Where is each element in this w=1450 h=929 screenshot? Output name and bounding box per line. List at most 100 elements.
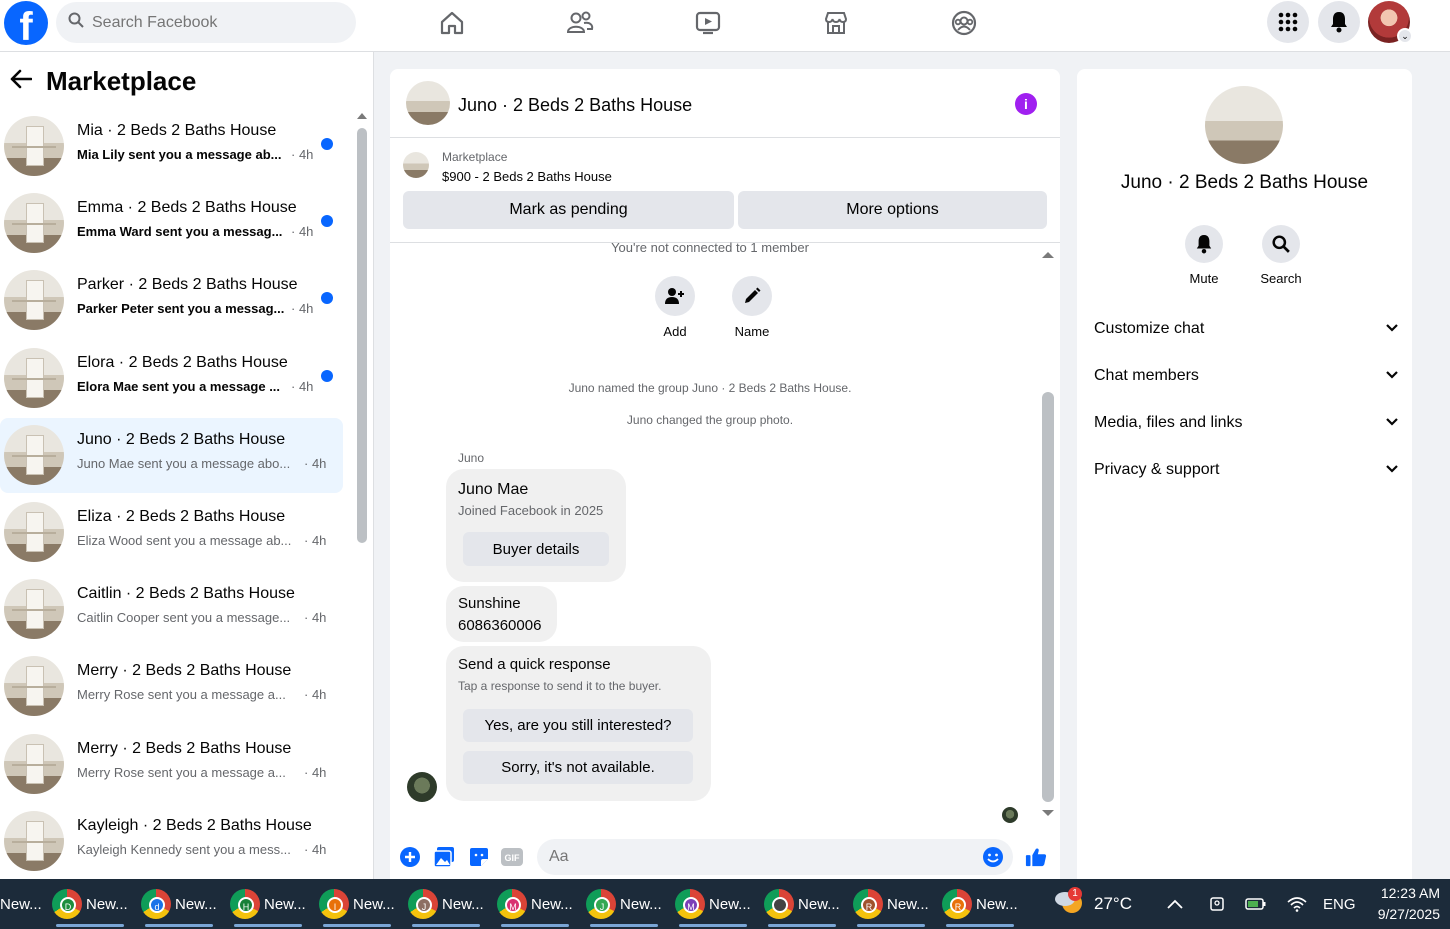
scroll-up-icon[interactable] (356, 112, 368, 120)
taskbar-chrome-window[interactable]: M New... (497, 879, 573, 929)
quick-reply-unavailable-button[interactable]: Sorry, it's not available. (463, 751, 693, 784)
language-indicator[interactable]: ENG (1323, 879, 1356, 929)
account-chevron-icon[interactable]: ⌄ (1397, 28, 1413, 44)
battery-icon[interactable] (1245, 879, 1267, 929)
taskbar-chrome-window[interactable]: H New... (230, 879, 306, 929)
conversation-thumbnail (4, 733, 64, 794)
clock[interactable]: 12:23 AM 9/27/2025 (1366, 879, 1440, 929)
taskbar-window[interactable]: New... (0, 879, 42, 929)
details-section-row[interactable]: Privacy & support (1094, 455, 1399, 485)
details-section-row[interactable]: Media, files and links (1094, 408, 1399, 438)
wifi-icon[interactable] (1287, 879, 1307, 929)
taskbar-chrome-window[interactable]: J New... (586, 879, 662, 929)
friends-icon[interactable] (563, 6, 597, 40)
conversation-time: · 4h (304, 841, 327, 857)
emoji-icon[interactable] (982, 846, 1004, 868)
pencil-icon[interactable] (732, 276, 772, 316)
conversation-item[interactable]: Mia · 2 Beds 2 Baths House Mia Lily sent … (0, 109, 343, 184)
quick-reply-interested-button[interactable]: Yes, are you still interested? (463, 709, 693, 742)
running-indicator (234, 924, 302, 927)
conversation-item[interactable]: Parker · 2 Beds 2 Baths House Parker Pete… (0, 263, 343, 338)
add-person-icon[interactable] (655, 276, 695, 316)
scroll-up-icon[interactable] (1041, 251, 1055, 259)
sender-avatar[interactable] (407, 772, 437, 802)
conversation-item[interactable]: Merry · 2 Beds 2 Baths House Merry Rose s… (0, 649, 343, 724)
chevron-up-icon[interactable] (1166, 879, 1184, 929)
buyer-details-button[interactable]: Buyer details (463, 532, 609, 566)
taskbar-chrome-window[interactable]: I New... (319, 879, 395, 929)
conversation-title: Mia · 2 Beds 2 Baths House (77, 122, 277, 139)
name-label: Name (734, 324, 770, 339)
video-icon[interactable] (691, 6, 725, 40)
conversation-item[interactable]: Juno · 2 Beds 2 Baths House Juno Mae sent… (0, 417, 343, 493)
meet-now-icon[interactable] (1208, 879, 1226, 929)
mark-pending-button[interactable]: Mark as pending (403, 191, 734, 229)
facebook-logo[interactable]: f (4, 1, 48, 45)
gif-icon[interactable]: GIF (501, 846, 523, 868)
search-box[interactable] (56, 2, 356, 43)
conversation-item[interactable]: Elora · 2 Beds 2 Baths House Elora Mae se… (0, 341, 343, 416)
bell-icon[interactable] (1185, 225, 1223, 263)
menu-grid-icon[interactable] (1267, 1, 1309, 43)
name-group-action[interactable]: Name (717, 276, 787, 339)
taskbar-chrome-window[interactable]: d New... (141, 879, 217, 929)
search-input[interactable] (92, 13, 322, 32)
conversation-title: Merry · 2 Beds 2 Baths House (77, 662, 292, 680)
taskbar-window-label: New... (531, 895, 573, 913)
thumbs-up-icon[interactable] (1025, 846, 1047, 868)
unread-dot (321, 292, 333, 305)
conversation-time: · 4h (304, 610, 327, 626)
listing-price[interactable]: $900 - 2 Beds 2 Baths House (442, 169, 612, 184)
details-title: Juno · 2 Beds 2 Baths House (1120, 172, 1369, 193)
back-arrow-icon[interactable] (10, 69, 33, 94)
taskbar-chrome-window[interactable]: R New... (853, 879, 929, 929)
group-photo[interactable] (1205, 86, 1283, 164)
groups-icon[interactable] (947, 6, 981, 40)
home-icon[interactable] (435, 6, 469, 40)
details-section-row[interactable]: Customize chat (1094, 314, 1399, 344)
add-member-action[interactable]: Add (640, 276, 710, 339)
search-icon[interactable] (1262, 225, 1300, 263)
chat-title[interactable]: Juno · 2 Beds 2 Baths House (458, 95, 692, 116)
listing-thumbnail[interactable] (403, 152, 429, 178)
taskbar-window-label: New... (798, 895, 840, 913)
windows-taskbar: New... D New... d New... H New... I New... J New.… (0, 879, 1450, 929)
notifications-bell-icon[interactable] (1318, 1, 1360, 43)
taskbar-chrome-window[interactable]: J New... (408, 879, 484, 929)
taskbar-chrome-window[interactable]: D New... (52, 879, 128, 929)
chat-scroll-thumb[interactable] (1042, 392, 1054, 802)
chat-scrollbar[interactable] (1040, 247, 1056, 817)
plus-circle-icon[interactable] (399, 846, 421, 868)
running-indicator (56, 924, 124, 927)
scroll-down-icon[interactable] (1041, 809, 1055, 817)
conversation-item[interactable]: Merry · 2 Beds 2 Baths House Merry Rose s… (0, 727, 343, 802)
conversation-time: · 4h (304, 455, 327, 471)
marketplace-icon[interactable] (819, 6, 853, 40)
sidebar-scrollbar[interactable] (356, 108, 368, 879)
profile-badge: R (861, 897, 877, 913)
search-in-chat-action[interactable]: Search (1246, 225, 1316, 286)
conversation-preview: Merry Rose sent you a message a... (77, 687, 286, 703)
details-section-label: Chat members (1094, 367, 1199, 384)
conversation-item[interactable]: Kayleigh · 2 Beds 2 Baths House Kayleigh … (0, 804, 343, 879)
conversation-item[interactable]: Emma · 2 Beds 2 Baths House Emma Ward sen… (0, 186, 343, 261)
sticker-icon[interactable] (468, 846, 490, 868)
chrome-icon (764, 889, 794, 919)
chat-avatar[interactable] (406, 81, 450, 125)
taskbar-window-label: New... (976, 895, 1018, 913)
weather-widget[interactable]: 1 27°C (1054, 879, 1132, 929)
message-input[interactable] (537, 839, 1013, 875)
details-section-row[interactable]: Chat members (1094, 361, 1399, 391)
info-icon[interactable]: i (1015, 93, 1037, 115)
taskbar-chrome-window[interactable]: M New... (675, 879, 751, 929)
sidebar-scroll-thumb[interactable] (357, 128, 367, 543)
conversation-item[interactable]: Eliza · 2 Beds 2 Baths House Eliza Wood s… (0, 495, 343, 570)
more-options-button[interactable]: More options (738, 191, 1047, 229)
conversation-item[interactable]: Caitlin · 2 Beds 2 Baths House Caitlin Co… (0, 572, 343, 647)
running-indicator (946, 924, 1014, 927)
taskbar-chrome-window[interactable]: New... (764, 879, 840, 929)
taskbar-chrome-window[interactable]: R New... (942, 879, 1018, 929)
message-bubble[interactable]: Sunshine 6086360006 (446, 586, 557, 642)
mute-action[interactable]: Mute (1169, 225, 1239, 286)
photo-icon[interactable] (433, 846, 455, 868)
